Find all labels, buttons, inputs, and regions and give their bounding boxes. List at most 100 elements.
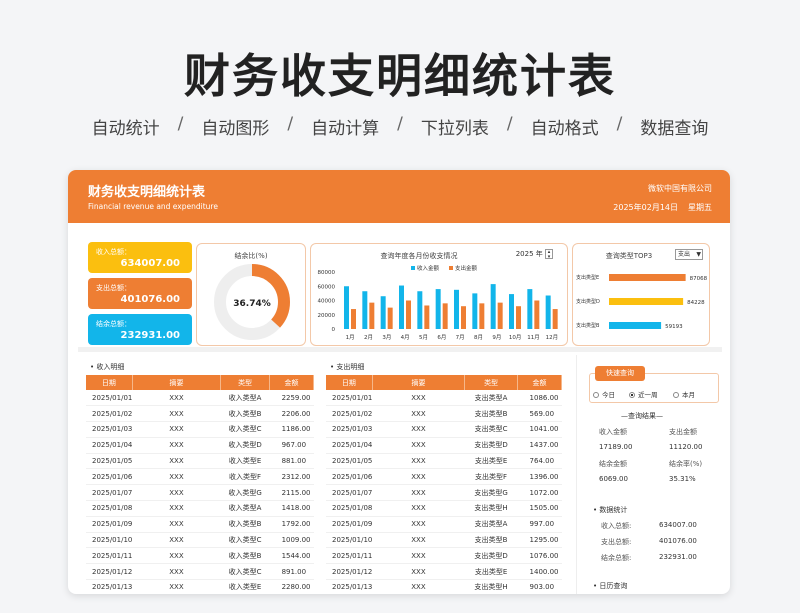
table-row[interactable]: 2025/01/10 XXX 收入类型C 1009.00	[86, 532, 314, 549]
radio-icon	[673, 392, 679, 398]
category-label: 支出类型B	[576, 322, 600, 329]
table-row[interactable]: 2025/01/03 XXX 支出类型C 1041.00	[326, 421, 562, 438]
radio-week[interactable]: 近一周	[629, 389, 658, 399]
date-cell: 2025/01/10	[326, 532, 373, 549]
bar-expense	[369, 302, 375, 329]
amount-cell: 2312.00	[269, 468, 314, 486]
summary-cell: XXX	[132, 532, 221, 549]
quick-query-button[interactable]: 快速查询	[595, 366, 645, 381]
legend-label: 支出金额	[455, 264, 478, 272]
table-row[interactable]: 2025/01/09 XXX 收入类型B 1792.00	[86, 516, 314, 533]
table-row[interactable]: 2025/01/02 XXX 支出类型B 569.00	[326, 405, 562, 423]
bar-value-label: 87068	[690, 276, 708, 282]
x-tick-label: 5月	[419, 334, 428, 341]
y-tick-label: 20000	[318, 313, 336, 319]
bar-income	[344, 286, 349, 329]
table-row[interactable]: 2025/01/04 XXX 支出类型D 1437.00	[326, 437, 562, 454]
income-table: 日期 摘要 类型 金额 2025/01/01 XXX 收入类型A 2259.00 202…	[86, 375, 314, 594]
column-header[interactable]: 金额	[269, 375, 314, 390]
stats-expense-label: 支出总额:	[601, 538, 632, 546]
bar-expense	[424, 305, 430, 329]
date-cell: 2025/01/13	[326, 579, 373, 594]
radio-today[interactable]: 今日	[593, 389, 615, 399]
table-row[interactable]: 2025/01/12 XXX 收入类型C 891.00	[86, 563, 314, 581]
balance-total-label: 结余总额：	[96, 320, 131, 328]
table-row[interactable]: 2025/01/05 XXX 收入类型E 881.00	[86, 453, 314, 470]
table-header-row: 日期 摘要 类型 金额	[86, 375, 314, 390]
table-row[interactable]: 2025/01/08 XXX 支出类型H 1505.00	[326, 500, 562, 517]
table-row[interactable]: 2025/01/01 XXX 支出类型A 1086.00	[326, 390, 562, 407]
column-header[interactable]: 金额	[517, 375, 562, 390]
amount-cell: 1072.00	[517, 484, 562, 502]
column-header[interactable]: 摘要	[372, 375, 466, 390]
query-income-value: 17189.00	[599, 443, 633, 451]
amount-cell: 1505.00	[517, 500, 562, 517]
summary-cell: XXX	[372, 563, 465, 581]
table-row[interactable]: 2025/01/11 XXX 支出类型D 1076.00	[326, 547, 562, 565]
top3-type-select[interactable]: 支出 ▼	[675, 249, 703, 260]
amount-cell: 1086.00	[517, 390, 562, 407]
type-cell: 支出类型D	[464, 547, 518, 565]
income-table-title-text: 收入明细	[96, 363, 125, 371]
table-row[interactable]: 2025/01/11 XXX 收入类型B 1544.00	[86, 547, 314, 565]
stats-income-value: 634007.00	[659, 521, 697, 529]
table-row[interactable]: 2025/01/04 XXX 收入类型D 967.00	[86, 437, 314, 454]
feature-item: 下拉列表	[420, 119, 489, 139]
dashboard-card: 财务收支明细统计表 Financial revenue and expendit…	[68, 170, 730, 594]
column-header[interactable]: 类型	[464, 375, 519, 390]
amount-cell: 2115.00	[269, 484, 314, 502]
radio-month[interactable]: 本月	[673, 389, 695, 399]
type-cell: 收入类型C	[220, 421, 270, 438]
bar-expense	[479, 303, 485, 329]
amount-cell: 1437.00	[517, 437, 562, 454]
table-row[interactable]: 2025/01/08 XXX 收入类型A 1418.00	[86, 500, 314, 517]
table-row[interactable]: 2025/01/09 XXX 支出类型A 997.00	[326, 516, 562, 533]
daily-query-title-text: 日历查询	[599, 582, 628, 590]
chevron-down-icon: ▼	[696, 251, 701, 258]
table-row[interactable]: 2025/01/07 XXX 支出类型G 1072.00	[326, 484, 562, 502]
column-header[interactable]: 日期	[86, 375, 133, 390]
date-cell: 2025/01/01	[326, 390, 373, 407]
radio-label: 本月	[682, 391, 695, 399]
summary-cell: XXX	[132, 437, 221, 454]
date-cell: 2025/01/12	[86, 563, 133, 581]
table-row[interactable]: 2025/01/02 XXX 收入类型B 2206.00	[86, 405, 314, 423]
table-row[interactable]: 2025/01/06 XXX 收入类型F 2312.00	[86, 468, 314, 486]
query-balance-value: 6069.00	[599, 475, 628, 483]
table-row[interactable]: 2025/01/01 XXX 收入类型A 2259.00	[86, 390, 314, 407]
table-row[interactable]: 2025/01/03 XXX 收入类型C 1186.00	[86, 421, 314, 438]
column-header[interactable]: 摘要	[132, 375, 222, 390]
table-row[interactable]: 2025/01/10 XXX 支出类型B 1295.00	[326, 532, 562, 549]
date-cell: 2025/01/08	[326, 500, 373, 517]
date-cell: 2025/01/03	[326, 421, 373, 438]
top3-bar-chart: 支出类型E 87068 支出类型D 84228 支出类型B 59193	[576, 274, 708, 330]
date-cell: 2025/01/01	[86, 390, 133, 407]
bar-expense	[351, 309, 356, 329]
type-cell: 收入类型B	[220, 516, 270, 533]
x-tick-label: 8月	[474, 334, 483, 341]
query-expense-label: 支出金额	[669, 428, 697, 436]
column-header[interactable]: 类型	[220, 375, 271, 390]
category-label: 支出类型D	[576, 298, 600, 305]
table-row[interactable]: 2025/01/13 XXX 支出类型H 903.00	[326, 579, 562, 594]
table-row[interactable]: 2025/01/07 XXX 收入类型G 2115.00	[86, 484, 314, 502]
column-header[interactable]: 日期	[326, 375, 373, 390]
summary-cell: XXX	[372, 532, 465, 549]
bar-value-label: 59193	[665, 324, 683, 330]
table-row[interactable]: 2025/01/12 XXX 支出类型E 1400.00	[326, 563, 562, 581]
amount-cell: 764.00	[517, 453, 562, 470]
table-row[interactable]: 2025/01/13 XXX 收入类型E 2280.00	[86, 579, 314, 594]
amount-cell: 1076.00	[517, 547, 562, 565]
x-tick-label: 3月	[382, 334, 391, 341]
company-name: 微软中国有限公司	[648, 184, 712, 193]
top3-bar	[609, 274, 686, 281]
bar-income	[509, 294, 514, 329]
bar-expense	[387, 307, 393, 329]
type-cell: 支出类型B	[464, 405, 518, 423]
table-row[interactable]: 2025/01/05 XXX 支出类型E 764.00	[326, 453, 562, 470]
table-row[interactable]: 2025/01/06 XXX 支出类型F 1396.00	[326, 468, 562, 486]
bar-expense	[534, 300, 540, 329]
date-cell: 2025/01/09	[326, 516, 373, 533]
expense-total-label: 支出总额：	[96, 284, 131, 292]
summary-cell: XXX	[372, 516, 465, 533]
